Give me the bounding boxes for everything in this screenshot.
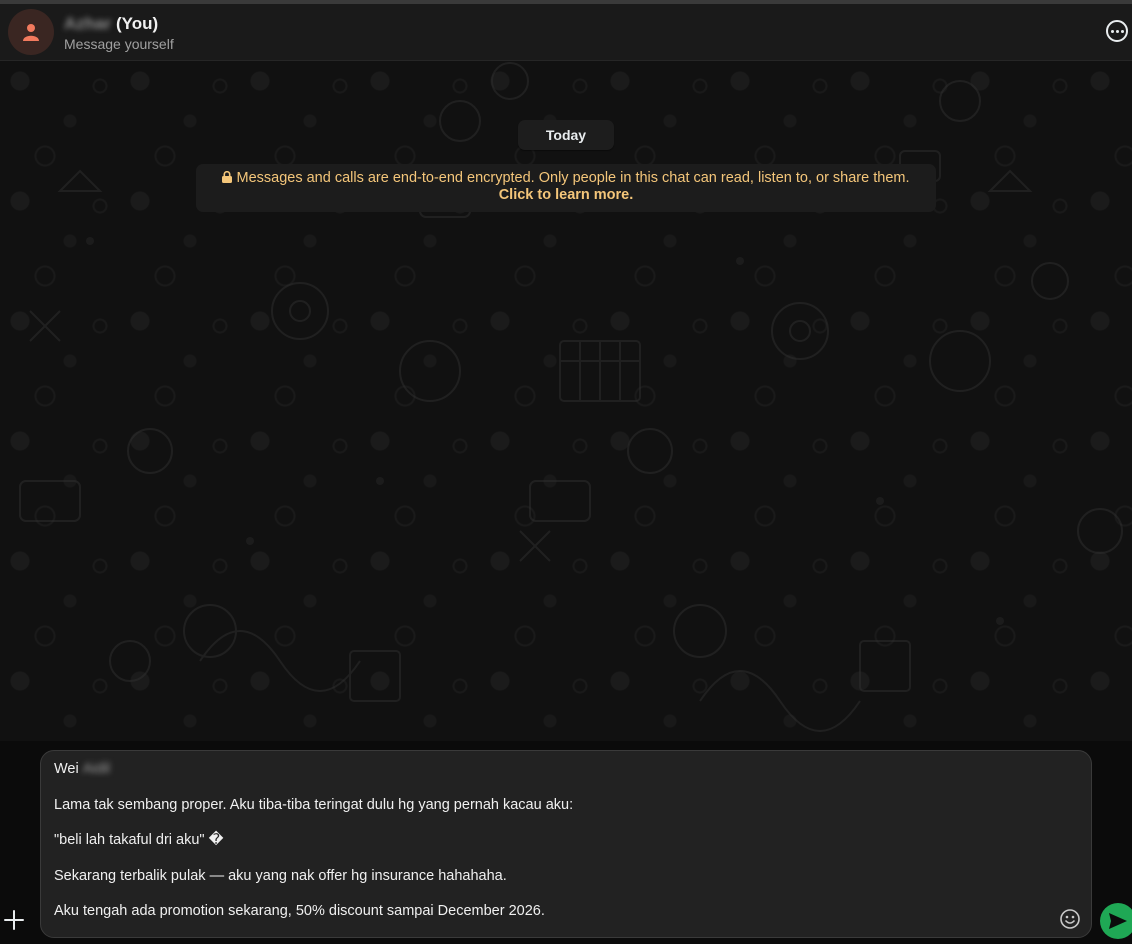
draft-line-3: "beli lah takaful dri aku" � xyxy=(54,832,224,848)
learn-more-link[interactable]: Click to learn more. xyxy=(196,187,936,204)
contact-subtitle: Message yourself xyxy=(64,36,174,52)
plus-icon[interactable] xyxy=(3,909,25,931)
avatar[interactable] xyxy=(8,9,54,55)
doodle-pattern xyxy=(19,62,1123,732)
draft-line-1: Wei Aidil xyxy=(54,760,573,778)
contact-name: Azhar xyxy=(64,14,112,33)
draft-line-2: Lama tak sembang proper. Aku tiba-tiba t… xyxy=(54,796,574,813)
lock-icon xyxy=(222,171,233,183)
chat-background: Today Messages and calls are end-to-end … xyxy=(0,61,1132,741)
draft-greeting: Wei xyxy=(54,761,79,777)
composer-area: Wei Aidil Lama tak sembang proper. Aku ti… xyxy=(0,741,1132,944)
you-suffix: (You) xyxy=(115,14,159,33)
draft-line-4: Sekarang terbalik pulak — aku yang nak o… xyxy=(54,867,507,884)
chat-header: Azhar (You) Message yourself xyxy=(0,4,1132,61)
send-button[interactable] xyxy=(1100,903,1132,939)
person-icon xyxy=(23,24,39,41)
contact-title: Azhar (You) xyxy=(64,14,174,34)
encryption-notice-text: Messages and calls are end-to-end encryp… xyxy=(236,170,910,186)
message-input[interactable]: Wei Aidil Lama tak sembang proper. Aku ti… xyxy=(40,750,1092,938)
encryption-notice[interactable]: Messages and calls are end-to-end encryp… xyxy=(196,164,936,212)
more-options-icon[interactable] xyxy=(1106,20,1128,42)
date-divider: Today xyxy=(518,120,614,150)
draft-blurred-name: Aidil xyxy=(82,761,111,777)
contact-info[interactable]: Azhar (You) Message yourself xyxy=(64,14,174,53)
send-icon xyxy=(1109,913,1127,929)
emoji-icon[interactable] xyxy=(1059,908,1081,930)
message-draft[interactable]: Wei Aidil Lama tak sembang proper. Aku ti… xyxy=(54,760,573,938)
draft-line-5: Aku tengah ada promotion sekarang, 50% d… xyxy=(54,903,545,919)
